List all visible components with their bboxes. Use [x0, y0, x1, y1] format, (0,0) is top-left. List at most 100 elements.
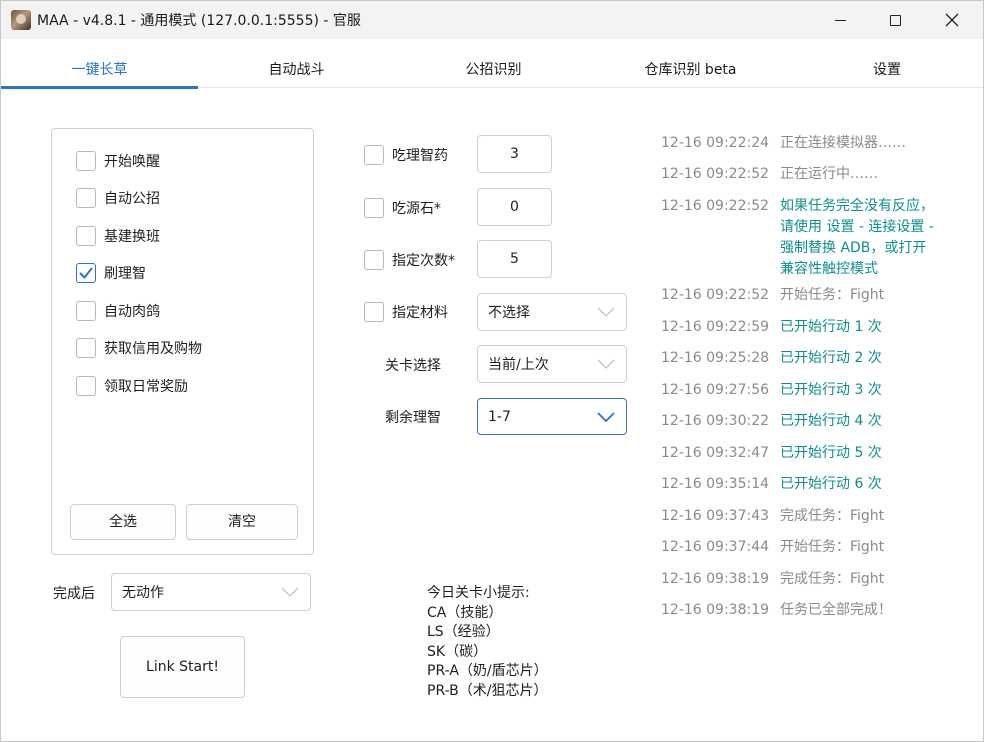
medicine-option[interactable]: 吃理智药: [364, 144, 448, 166]
medicine-checkbox[interactable]: [364, 145, 384, 165]
task-label: 自动公招: [104, 191, 160, 207]
minimize-icon: [834, 19, 846, 21]
stage-value: 当前/上次: [488, 357, 549, 373]
task-checkbox[interactable]: [76, 376, 96, 396]
log-message: 已开始行动 1 次: [780, 319, 882, 335]
app-window: MAA - v4.8.1 - 通用模式 (127.0.0.1:5555) - 官…: [0, 0, 984, 742]
log-message: 已开始行动 4 次: [780, 413, 882, 429]
log-entry: 12-16 09:22:24 正在连接模拟器……: [661, 133, 961, 154]
close-button[interactable]: [929, 1, 975, 39]
stage-select[interactable]: 当前/上次: [477, 345, 627, 383]
maximize-button[interactable]: [872, 1, 918, 39]
log-entry: 12-16 09:22:52 如果任务完全没有反应， 请使用 设置 - 连接设置…: [661, 196, 961, 280]
log-message: 已开始行动 2 次: [780, 350, 882, 366]
tips-line: LS（经验）: [427, 624, 500, 640]
stone-count-input[interactable]: 0: [477, 188, 552, 226]
window-title: MAA - v4.8.1 - 通用模式 (127.0.0.1:5555) - 官…: [37, 13, 361, 29]
log-entry: 12-16 09:35:14 已开始行动 6 次: [661, 474, 961, 495]
main-tabs: 一键长草 自动战斗 公招识别 仓库识别 beta 设置: [1, 50, 984, 89]
log-entry: 12-16 09:37:44 开始任务：Fight: [661, 537, 961, 558]
log-time: 12-16 09:38:19: [661, 571, 770, 587]
task-item[interactable]: 领取日常奖励: [76, 375, 188, 397]
log-time: 12-16 09:32:47: [661, 445, 770, 461]
title-bar[interactable]: MAA - v4.8.1 - 通用模式 (127.0.0.1:5555) - 官…: [1, 1, 983, 39]
task-checkbox[interactable]: [76, 338, 96, 358]
task-label: 刷理智: [104, 266, 146, 282]
log-message: 正在连接模拟器……: [780, 135, 906, 151]
tab-one-click[interactable]: 一键长草: [1, 50, 198, 89]
log-entry: 12-16 09:37:43 完成任务：Fight: [661, 506, 961, 527]
task-label: 领取日常奖励: [104, 379, 188, 395]
tips-line: SK（碳）: [427, 643, 488, 660]
after-completion-select[interactable]: 无动作: [111, 573, 311, 611]
task-label: 自动肉鸽: [104, 304, 160, 320]
clear-button[interactable]: 清空: [186, 504, 298, 540]
log-entry: 12-16 09:22:52 开始任务：Fight: [661, 285, 961, 306]
app-logo-icon: [11, 10, 31, 30]
checkmark-icon: [79, 267, 93, 279]
task-item[interactable]: 自动公招: [76, 187, 160, 209]
log-entry: 12-16 09:38:19 任务已全部完成！: [661, 600, 961, 621]
log-time: 12-16 09:38:19: [661, 602, 770, 618]
times-checkbox[interactable]: [364, 250, 384, 270]
material-select[interactable]: 不选择: [477, 293, 627, 331]
material-option[interactable]: 指定材料: [364, 301, 448, 323]
task-list-panel: 开始唤醒 自动公招 基建换班 刷理智 自动肉鸽 获取信用及购物 领取日常奖励 全…: [51, 128, 314, 555]
log-time: 12-16 09:22:52: [661, 198, 770, 214]
remaining-sanity-select[interactable]: 1-7: [477, 398, 627, 435]
task-item[interactable]: 开始唤醒: [76, 150, 160, 172]
log-time: 12-16 09:30:22: [661, 413, 770, 429]
tab-depot[interactable]: 仓库识别 beta: [592, 50, 789, 88]
times-count-input[interactable]: 5: [477, 240, 552, 278]
tab-auto-battle[interactable]: 自动战斗: [198, 50, 395, 88]
log-time: 12-16 09:37:44: [661, 539, 770, 555]
log-time: 12-16 09:25:28: [661, 350, 770, 366]
medicine-count-input[interactable]: 3: [477, 135, 552, 173]
chevron-down-icon: [597, 411, 615, 422]
log-entry: 12-16 09:25:28 已开始行动 2 次: [661, 348, 961, 369]
minimize-button[interactable]: [817, 1, 863, 39]
log-time: 12-16 09:37:43: [661, 508, 770, 524]
log-message: 已开始行动 3 次: [780, 382, 882, 398]
log-entry: 12-16 09:30:22 已开始行动 4 次: [661, 411, 961, 432]
material-value: 不选择: [488, 305, 530, 321]
task-label: 基建换班: [104, 229, 160, 245]
tab-recruit[interactable]: 公招识别: [395, 50, 592, 88]
task-checkbox[interactable]: [76, 301, 96, 321]
log-time: 12-16 09:22:52: [661, 287, 770, 303]
log-message: 完成任务：Fight: [780, 571, 885, 587]
link-start-button[interactable]: Link Start!: [120, 636, 245, 698]
remaining-sanity-value: 1-7: [488, 408, 511, 425]
log-entry: 12-16 09:22:59 已开始行动 1 次: [661, 317, 961, 338]
times-option[interactable]: 指定次数*: [364, 249, 455, 271]
tips-line: PR-A（奶/盾芯片）: [427, 663, 548, 679]
tips-line: PR-B（术/狙芯片）: [427, 682, 548, 699]
task-item[interactable]: 自动肉鸽: [76, 300, 160, 322]
log-entry: 12-16 09:38:19 完成任务：Fight: [661, 569, 961, 590]
log-message: 完成任务：Fight: [780, 508, 885, 524]
select-all-button[interactable]: 全选: [70, 504, 176, 540]
after-completion-label: 完成后: [53, 586, 95, 602]
task-checkbox[interactable]: [76, 188, 96, 208]
log-entry: 12-16 09:27:56 已开始行动 3 次: [661, 380, 961, 401]
task-checkbox[interactable]: [76, 263, 96, 283]
chevron-down-icon: [281, 587, 299, 597]
material-label: 指定材料: [392, 305, 448, 321]
log-message: 开始任务：Fight: [780, 539, 885, 555]
task-item[interactable]: 刷理智: [76, 262, 146, 284]
log-time: 12-16 09:22:52: [661, 166, 770, 182]
stone-option[interactable]: 吃源石*: [364, 197, 441, 219]
stage-label: 关卡选择: [385, 358, 441, 374]
times-label: 指定次数*: [392, 253, 455, 269]
task-item[interactable]: 基建换班: [76, 225, 160, 247]
stone-checkbox[interactable]: [364, 198, 384, 218]
tab-settings[interactable]: 设置: [789, 50, 984, 88]
material-checkbox[interactable]: [364, 302, 384, 322]
stone-label: 吃源石*: [392, 201, 441, 217]
task-item[interactable]: 获取信用及购物: [76, 337, 202, 359]
after-completion-value: 无动作: [122, 585, 164, 601]
tips-line: CA（技能）: [427, 604, 503, 621]
log-message: 开始任务：Fight: [780, 287, 885, 303]
task-checkbox[interactable]: [76, 226, 96, 246]
task-checkbox[interactable]: [76, 151, 96, 171]
